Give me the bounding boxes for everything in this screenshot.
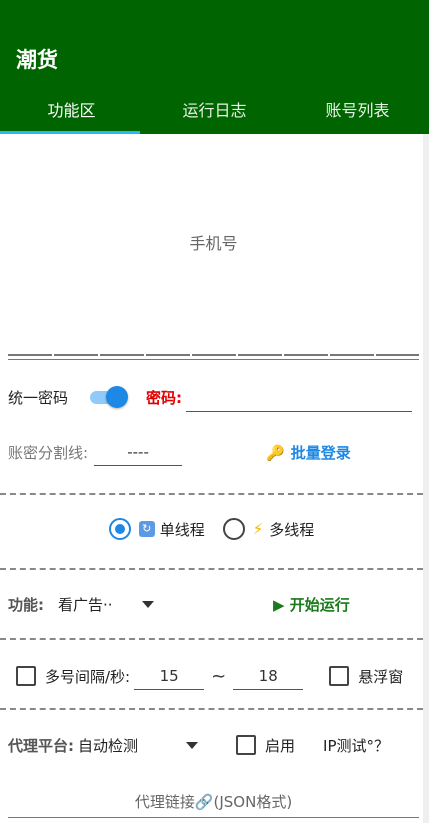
interval-label: 多号间隔/秒: (45, 667, 131, 686)
single-thread-option[interactable]: ↻ 单线程 (108, 518, 205, 540)
split-input[interactable] (94, 438, 183, 466)
proxy-enable-label: 启用 (265, 736, 296, 755)
batch-login-label: 批量登录 (290, 443, 351, 462)
phone-input-underline (8, 354, 419, 356)
password-label: 密码: (146, 388, 183, 407)
tab-indicator (0, 131, 140, 134)
single-thread-label: 单线程 (159, 520, 205, 539)
thread-row: ↻ 单线程 ⚡ 多线程 (0, 514, 429, 544)
multi-interval-checkbox[interactable] (16, 666, 36, 686)
function-selected: 看广告·· (58, 595, 113, 614)
phone-placeholder: 手机号 (189, 234, 238, 253)
scrollbar[interactable] (423, 134, 429, 823)
float-window-checkbox[interactable] (329, 666, 350, 686)
start-button[interactable]: ▶ 开始运行 (273, 594, 350, 615)
ip-test-link[interactable]: IP测试°？ (323, 735, 389, 756)
function-row: 功能: 看广告·· ▶ 开始运行 (0, 589, 429, 619)
proxy-platform-label: 代理平台: (8, 736, 74, 755)
tilde: ~ (211, 665, 227, 687)
key-icon: 🔑 (266, 443, 285, 462)
tab-run-log[interactable]: 运行日志 (143, 92, 286, 134)
divider (0, 568, 423, 570)
app-bar: 潮货 功能区 运行日志 账号列表 (0, 0, 429, 134)
proxy-platform-selected: 自动检测 (78, 736, 139, 755)
phone-input[interactable]: 手机号 (8, 150, 419, 360)
unified-password-label: 统一密码 (8, 388, 69, 407)
lightning-icon: ⚡ (252, 520, 264, 538)
multi-thread-option[interactable]: ⚡ 多线程 (222, 518, 315, 540)
tab-bar: 功能区 运行日志 账号列表 (0, 92, 429, 134)
batch-login-button[interactable]: 🔑 批量登录 (266, 442, 351, 463)
status-strip (0, 0, 429, 8)
password-row: 统一密码 密码: (0, 382, 429, 412)
single-thread-radio[interactable] (108, 518, 131, 540)
proxy-link-placeholder: 代理链接🔗(JSON格式) (134, 793, 293, 811)
proxy-enable-checkbox[interactable] (236, 735, 256, 755)
divider (0, 708, 423, 710)
split-label: 账密分割线: (8, 443, 89, 462)
tab-functions[interactable]: 功能区 (0, 92, 143, 134)
refresh-icon: ↻ (138, 521, 155, 537)
proxy-row: 代理平台: 自动检测 启用 IP测试°？ (0, 730, 429, 760)
chevron-down-icon (186, 741, 198, 749)
chevron-down-icon (142, 600, 154, 608)
function-dropdown[interactable]: 看广告·· (58, 594, 154, 615)
multi-thread-label: 多线程 (269, 520, 315, 539)
tab-account-list[interactable]: 账号列表 (286, 92, 429, 134)
float-window-label: 悬浮窗 (358, 667, 404, 686)
switch-thumb (106, 386, 129, 408)
tab-functions-label: 功能区 (47, 101, 96, 120)
divider (0, 638, 423, 640)
app-title: 潮货 (16, 48, 58, 72)
password-input[interactable] (186, 382, 413, 412)
unified-password-switch[interactable] (88, 386, 129, 408)
interval-max-input[interactable] (233, 662, 304, 690)
split-row: 账密分割线: 🔑 批量登录 (0, 437, 429, 467)
function-label: 功能: (8, 595, 44, 614)
interval-row: 多号间隔/秒: ~ 悬浮窗 (0, 660, 429, 692)
divider (0, 493, 423, 495)
multi-thread-radio[interactable] (222, 518, 245, 540)
tab-run-log-label: 运行日志 (182, 101, 247, 120)
proxy-link-input[interactable]: 代理链接🔗(JSON格式) (8, 780, 419, 818)
proxy-platform-dropdown[interactable]: 自动检测 (78, 735, 198, 756)
tab-account-list-label: 账号列表 (325, 101, 390, 120)
interval-min-input[interactable] (134, 662, 205, 690)
